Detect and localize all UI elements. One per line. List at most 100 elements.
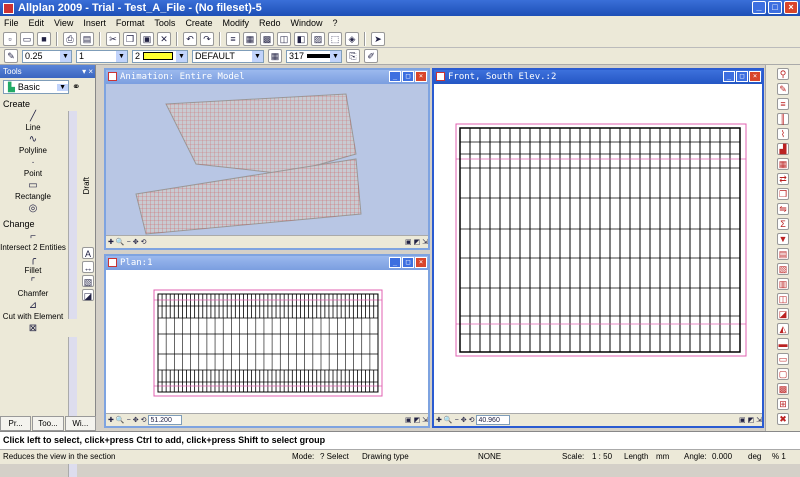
line-type-select[interactable]: 1 ▼ xyxy=(76,49,128,63)
tool-fillet[interactable]: ╭ Fillet xyxy=(0,255,66,276)
tab-tools[interactable]: Too... xyxy=(32,416,64,431)
print-icon[interactable]: ⎙ xyxy=(63,31,77,46)
wire-icon[interactable]: ◫ xyxy=(277,31,291,46)
copy-elements-icon[interactable]: ❐ xyxy=(777,188,789,200)
color-select[interactable]: 2 ▼ xyxy=(132,49,188,63)
plan-viewport[interactable] xyxy=(106,270,428,415)
refresh-icon[interactable]: ⟲ xyxy=(141,416,147,424)
text-icon[interactable]: A xyxy=(82,247,94,259)
maximize-icon[interactable]: □ xyxy=(402,71,414,82)
drawing-icon[interactable]: ▩ xyxy=(260,31,274,46)
pan-icon[interactable]: ✥ xyxy=(133,416,139,424)
funnel-icon[interactable]: ▼ xyxy=(777,233,789,245)
eyedropper-icon[interactable]: ✚ xyxy=(108,238,114,246)
roof-icon[interactable]: ◭ xyxy=(777,323,789,335)
beam-icon[interactable]: ▭ xyxy=(777,353,789,365)
plan-zoom-field[interactable]: 51.200 xyxy=(148,415,183,425)
maximize-icon[interactable]: □ xyxy=(402,257,414,268)
refresh-icon[interactable]: ⟲ xyxy=(469,416,475,424)
edit-format-icon[interactable]: ✐ xyxy=(364,49,378,63)
layer-select[interactable]: DEFAULT ▼ xyxy=(192,49,264,63)
delete-icon[interactable]: ✕ xyxy=(157,31,171,46)
tool-polyline[interactable]: ∿ Polyline xyxy=(0,135,66,156)
pan-icon[interactable]: ✥ xyxy=(461,416,467,424)
pen-red-icon[interactable]: ✎ xyxy=(777,83,789,95)
slab-icon[interactable]: ▬ xyxy=(777,338,789,350)
tool-point[interactable]: · Point xyxy=(0,158,66,179)
length-value[interactable]: mm xyxy=(656,452,669,461)
cut-icon[interactable]: ✂ xyxy=(106,31,120,46)
eyedropper-icon[interactable]: ✎ xyxy=(4,49,18,63)
angle-value[interactable]: 0.000 xyxy=(712,452,732,461)
menu-file[interactable]: File xyxy=(4,18,19,28)
minimize-icon[interactable]: _ xyxy=(389,257,401,268)
pen-thickness-select[interactable]: 0.25 ▼ xyxy=(22,49,72,63)
menu-format[interactable]: Format xyxy=(116,18,145,28)
close-icon[interactable]: × xyxy=(415,71,427,82)
layer-icon[interactable]: ≡ xyxy=(226,31,240,46)
hatch-icon[interactable]: ▧ xyxy=(82,275,94,287)
open-file-icon[interactable]: ▭ xyxy=(20,31,34,46)
window-arrange-icon[interactable]: ▣ ◩ ⇲ xyxy=(405,238,428,246)
maximize-button[interactable]: □ xyxy=(768,1,782,14)
mirror-icon[interactable]: ⇋ xyxy=(777,203,789,215)
room-icon[interactable]: ▢ xyxy=(777,368,789,380)
tool-grid-icon[interactable]: ▦ xyxy=(777,158,789,170)
front-elevation-window[interactable]: Front, South Elev.:2 _ □ × ✚ 🔍 − ✥ ⟲ 40.960 ▣… xyxy=(432,68,764,428)
drawing-type-label[interactable]: Drawing type xyxy=(362,452,409,461)
tool-chamfer[interactable]: ⌜ Chamfer xyxy=(0,278,66,299)
binoculars-icon[interactable]: ⚭ xyxy=(72,82,80,93)
preview-icon[interactable]: ▤ xyxy=(80,31,94,46)
image-icon[interactable]: ▨ xyxy=(311,31,325,46)
tab-wizards[interactable]: Wi... xyxy=(64,416,96,431)
wand-icon[interactable]: ⚲ xyxy=(777,68,789,80)
pattern-select[interactable]: 317 ▼ xyxy=(286,49,342,63)
minimize-icon[interactable]: _ xyxy=(723,71,735,82)
palette-close-icon[interactable]: ▾ × xyxy=(82,65,93,78)
window-tool-icon[interactable]: ◫ xyxy=(777,293,789,305)
eyedropper-icon[interactable]: ✚ xyxy=(436,416,442,424)
close-button[interactable]: × xyxy=(784,1,798,14)
close-icon[interactable]: × xyxy=(415,257,427,268)
ruler-icon[interactable]: ≡ xyxy=(777,98,789,110)
redo-icon[interactable]: ↷ xyxy=(200,31,214,46)
tool-intersect[interactable]: ⌐ Intersect 2 Entities xyxy=(0,232,66,253)
object-icon[interactable]: ▧ xyxy=(777,263,789,275)
column-icon[interactable]: ║ xyxy=(777,113,789,125)
sum-icon[interactable]: Σ xyxy=(777,218,789,230)
close-icon[interactable]: × xyxy=(749,71,761,82)
new-file-icon[interactable]: ▫ xyxy=(3,31,17,46)
front-viewport[interactable] xyxy=(434,84,762,415)
menu-window[interactable]: Window xyxy=(290,18,322,28)
move-icon[interactable]: ⇄ xyxy=(777,173,789,185)
palette-module-select[interactable]: ▙ Basic ▼ xyxy=(3,80,69,94)
menu-tools[interactable]: Tools xyxy=(154,18,175,28)
animation-viewport[interactable] xyxy=(106,84,428,237)
zoom-out-icon[interactable]: − xyxy=(127,417,131,424)
window-arrange-icon[interactable]: ▣ ◩ ⇲ xyxy=(739,416,762,424)
symbol-icon[interactable]: ◪ xyxy=(82,289,94,301)
palette-scrollbar[interactable] xyxy=(68,111,77,319)
cube-icon[interactable]: ◈ xyxy=(345,31,359,46)
minimize-button[interactable]: _ xyxy=(752,1,766,14)
select-icon[interactable]: ⬚ xyxy=(328,31,342,46)
stairs-icon[interactable]: ▟ xyxy=(777,143,789,155)
brush-icon[interactable]: ⌇ xyxy=(777,128,789,140)
tool-rectangle[interactable]: ▭ Rectangle xyxy=(0,181,66,202)
door-icon[interactable]: ◪ xyxy=(777,308,789,320)
animation-window[interactable]: Animation: Entire Model _ □ × ✚ 🔍 − ✥ ⟲ ▣ ◩ ⇲ xyxy=(104,68,430,250)
menu-insert[interactable]: Insert xyxy=(83,18,106,28)
draft-tab[interactable]: Draft xyxy=(82,177,91,194)
tool-more[interactable]: ⊠ xyxy=(0,324,66,334)
delete-red-icon[interactable]: ✖ xyxy=(777,413,789,425)
undo-icon[interactable]: ↶ xyxy=(183,31,197,46)
eyedropper-icon[interactable]: ✚ xyxy=(108,416,114,424)
zoom-icon[interactable]: 🔍 xyxy=(116,238,125,246)
menu-create[interactable]: Create xyxy=(185,18,212,28)
front-zoom-field[interactable]: 40.960 xyxy=(476,415,511,425)
help-pointer-icon[interactable]: ➤ xyxy=(371,31,385,46)
menu-modify[interactable]: Modify xyxy=(222,18,249,28)
zoom-out-icon[interactable]: − xyxy=(455,417,459,424)
render-icon[interactable]: ◧ xyxy=(294,31,308,46)
refresh-icon[interactable]: ⟲ xyxy=(141,238,147,246)
